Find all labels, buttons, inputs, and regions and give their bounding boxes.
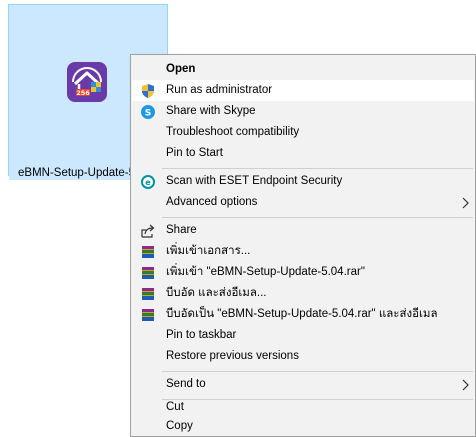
menu-item-restore-previous-versions[interactable]: Restore previous versions bbox=[132, 346, 474, 367]
menu-item-label: เพิ่มเข้าเอกสาร... bbox=[166, 245, 251, 257]
context-menu: Open Run as administrator S Share with S… bbox=[130, 54, 476, 437]
menu-item-pin-to-taskbar[interactable]: Pin to taskbar bbox=[132, 325, 474, 346]
menu-item-copy[interactable]: Copy bbox=[132, 416, 474, 437]
svg-text:e: e bbox=[145, 178, 151, 187]
svg-text:S: S bbox=[145, 109, 151, 119]
menu-item-label: Run as administrator bbox=[166, 84, 273, 96]
menu-item-label: Restore previous versions bbox=[166, 350, 299, 362]
menu-item-label: Share with Skype bbox=[166, 105, 256, 117]
menu-item-open[interactable]: Open bbox=[132, 59, 474, 80]
winrar-icon bbox=[142, 246, 154, 258]
menu-item-winrar-add-to-rar[interactable]: เพิ่มเข้า "eBMN-Setup-Update-5.04.rar" bbox=[132, 262, 474, 283]
share-icon bbox=[141, 224, 155, 238]
menu-item-share[interactable]: Share bbox=[132, 220, 474, 241]
menu-item-label: เพิ่มเข้า "eBMN-Setup-Update-5.04.rar" bbox=[166, 266, 365, 278]
menu-item-winrar-compress-to-rar-and-email[interactable]: บีบอัดเป็น "eBMN-Setup-Update-5.04.rar" … bbox=[132, 304, 474, 325]
menu-item-label: Copy bbox=[166, 420, 193, 432]
menu-item-share-with-skype[interactable]: S Share with Skype bbox=[132, 101, 474, 122]
menu-item-label: Troubleshoot compatibility bbox=[166, 126, 300, 138]
desktop: 256 eBMN-Setup-Update-5. Open Run as adm… bbox=[0, 0, 476, 437]
uac-shield-icon bbox=[142, 84, 154, 98]
menu-item-advanced-options[interactable]: Advanced options bbox=[132, 192, 474, 213]
menu-item-label: Pin to taskbar bbox=[166, 329, 237, 341]
menu-item-send-to[interactable]: Send to bbox=[132, 374, 474, 395]
eset-icon: e bbox=[141, 175, 155, 189]
chevron-right-icon bbox=[462, 379, 469, 391]
winrar-icon bbox=[142, 288, 154, 300]
ebmn-app-icon: 256 bbox=[67, 62, 107, 102]
menu-item-cut[interactable]: Cut bbox=[132, 397, 474, 418]
menu-item-label: Advanced options bbox=[166, 196, 258, 208]
menu-separator bbox=[162, 371, 473, 372]
menu-item-label: บีบอัดเป็น "eBMN-Setup-Update-5.04.rar" … bbox=[166, 308, 438, 320]
menu-item-label: Cut bbox=[166, 401, 184, 413]
menu-item-pin-to-start[interactable]: Pin to Start bbox=[132, 143, 474, 164]
menu-item-label: Share bbox=[166, 224, 197, 236]
menu-item-label: Open bbox=[166, 63, 196, 75]
menu-item-run-as-administrator[interactable]: Run as administrator bbox=[132, 80, 474, 101]
svg-text:256: 256 bbox=[76, 89, 90, 97]
menu-item-label: Pin to Start bbox=[166, 147, 223, 159]
menu-separator bbox=[162, 168, 473, 169]
menu-item-scan-with-eset[interactable]: e Scan with ESET Endpoint Security bbox=[132, 171, 474, 192]
menu-item-label: บีบอัด และส่งอีเมล... bbox=[166, 287, 267, 299]
menu-item-winrar-compress-and-email[interactable]: บีบอัด และส่งอีเมล... bbox=[132, 283, 474, 304]
menu-item-winrar-add-to-archive[interactable]: เพิ่มเข้าเอกสาร... bbox=[132, 241, 474, 262]
menu-separator bbox=[162, 217, 473, 218]
menu-item-label: Send to bbox=[166, 378, 206, 390]
chevron-right-icon bbox=[462, 197, 469, 209]
skype-icon: S bbox=[141, 105, 155, 119]
winrar-icon bbox=[142, 267, 154, 279]
menu-item-troubleshoot-compatibility[interactable]: Troubleshoot compatibility bbox=[132, 122, 474, 143]
winrar-icon bbox=[142, 309, 154, 321]
menu-item-label: Scan with ESET Endpoint Security bbox=[166, 175, 343, 187]
